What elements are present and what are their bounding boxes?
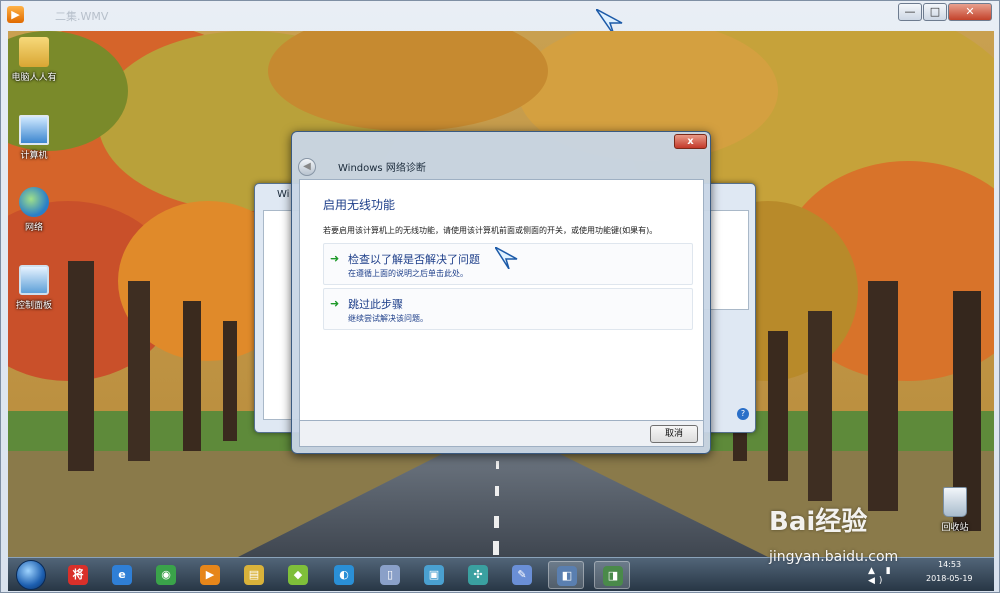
sogou-icon: 将 <box>68 565 88 585</box>
snipping-icon: ✣ <box>468 565 488 585</box>
taskbar-button[interactable]: ✣ <box>460 561 496 589</box>
option-title: 检查以了解是否解决了问题 <box>348 253 480 266</box>
option-title: 跳过此步骤 <box>348 298 403 311</box>
control-panel-icon <box>19 265 49 295</box>
minimize-button[interactable]: — <box>898 3 922 21</box>
explorer-icon: ▤ <box>244 565 264 585</box>
taskbar-button[interactable]: ▣ <box>416 561 452 589</box>
taskbar-button[interactable]: ✎ <box>504 561 540 589</box>
paint-icon: ✎ <box>512 565 532 585</box>
network-diagnostics-icon: ◧ <box>557 566 577 586</box>
player-title: 二集.WMV <box>55 10 109 23</box>
dialog-close-button[interactable]: x <box>674 134 707 149</box>
taskbar-button[interactable]: e <box>104 561 140 589</box>
clock-date[interactable]: 2018-05-19 <box>926 574 973 583</box>
dialog-title: Windows 网络诊断 <box>338 163 426 174</box>
option-subtitle: 继续尝试解决该问题。 <box>348 314 428 323</box>
taskbar-button[interactable]: ◉ <box>148 561 184 589</box>
taskbar-button[interactable]: 将 <box>60 561 96 589</box>
desktop-icon-computer[interactable]: 计算机 <box>8 115 64 161</box>
taskbar-button[interactable]: ◧ <box>548 561 584 589</box>
green-arrow-icon: ➜ <box>330 252 340 265</box>
taskbar-button[interactable]: ▶ <box>192 561 228 589</box>
start-button[interactable] <box>16 560 46 590</box>
background-window-title: Wi <box>277 189 290 200</box>
desktop-icon-network[interactable]: 网络 <box>8 187 64 233</box>
help-icon[interactable]: ? <box>737 408 749 420</box>
option-subtitle: 在遵循上面的说明之后单击此处。 <box>348 269 468 278</box>
document-icon: ▯ <box>380 565 400 585</box>
remote-desktop-icon: ▣ <box>424 565 444 585</box>
desktop-icon-control-panel[interactable]: 控制面板 <box>8 265 64 311</box>
dialog-heading: 启用无线功能 <box>323 198 396 212</box>
dialog-footer: 取消 <box>299 421 704 447</box>
dialog-body: 启用无线功能 若要启用该计算机上的无线功能，请使用该计算机前面或侧面的开关，或使… <box>299 179 704 421</box>
cancel-button[interactable]: 取消 <box>650 425 698 443</box>
option-skip-step[interactable]: ➜ 跳过此步骤 继续尝试解决该问题。 <box>323 288 693 330</box>
maximize-button[interactable]: □ <box>923 3 947 21</box>
taskbar-button[interactable]: ◐ <box>326 561 362 589</box>
qq-browser-icon: ◐ <box>334 565 354 585</box>
watermark-logo: Bai经验 <box>769 507 868 537</box>
computer-icon <box>19 115 49 145</box>
taskbar-button[interactable]: ▤ <box>236 561 272 589</box>
back-button[interactable]: ◀ <box>298 158 316 176</box>
taskbar-button[interactable]: ◆ <box>280 561 316 589</box>
chrome-icon: ◉ <box>156 565 176 585</box>
taskbar-button[interactable]: ◨ <box>594 561 630 589</box>
network-settings-icon: ◨ <box>603 566 623 586</box>
player-window: ▶ 二集.WMV — □ ✕ 电脑人人有 计算机 网络 控制面板 回收站 Wi … <box>0 0 1000 593</box>
folder-icon <box>19 37 49 67</box>
desktop-icon-user-folder[interactable]: 电脑人人有 <box>8 37 64 83</box>
green-arrow-icon: ➜ <box>330 297 340 310</box>
mouse-pointer-icon <box>495 247 518 269</box>
ie-icon: e <box>112 565 132 585</box>
taskbar-button[interactable]: ▯ <box>372 561 408 589</box>
media-player-icon: ▶ <box>200 565 220 585</box>
folder-icon: ◆ <box>288 565 308 585</box>
player-app-icon: ▶ <box>7 6 24 23</box>
dialog-description: 若要启用该计算机上的无线功能，请使用该计算机前面或侧面的开关，或使用功能键(如果… <box>323 226 658 235</box>
baidu-jingyan-watermark: Bai经验 jingyan.baidu.com <box>769 501 969 571</box>
close-button[interactable]: ✕ <box>948 3 992 21</box>
watermark-url: jingyan.baidu.com <box>769 549 899 565</box>
player-title-bar[interactable]: ▶ 二集.WMV — □ ✕ <box>1 1 1000 29</box>
network-diagnostics-dialog: x ◀ Windows 网络诊断 启用无线功能 若要启用该计算机上的无线功能，请… <box>291 131 711 454</box>
network-icon <box>19 187 49 217</box>
